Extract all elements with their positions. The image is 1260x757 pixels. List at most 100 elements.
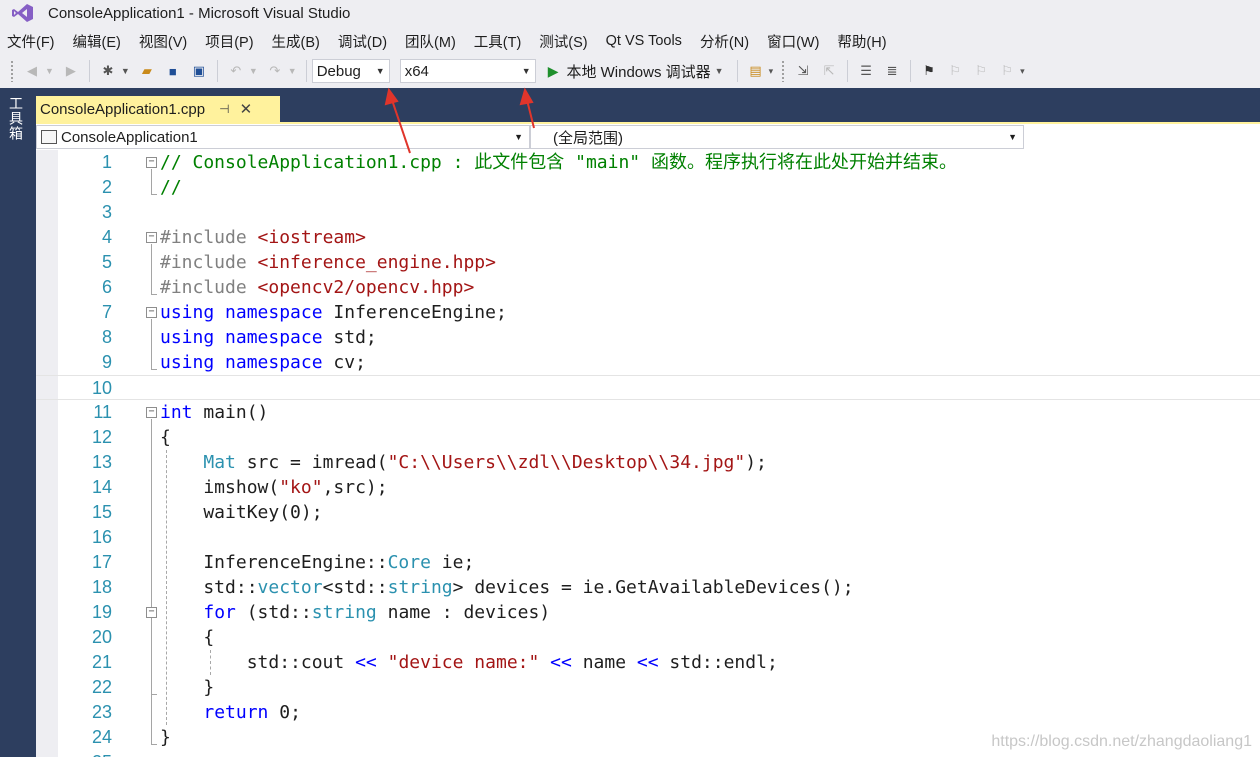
line-number: 23 bbox=[91, 702, 112, 722]
menu-item[interactable]: 团队(M) bbox=[398, 31, 467, 52]
code-line[interactable]: 21 std::cout << "device name:" << name <… bbox=[36, 650, 1260, 675]
uncomment-lines-icon[interactable]: ≣ bbox=[881, 60, 903, 82]
code-line[interactable]: 20 { bbox=[36, 625, 1260, 650]
tab-consoleapplication1-cpp[interactable]: ConsoleApplication1.cpp ⊣ ✕ bbox=[36, 96, 280, 122]
code-text: // ConsoleApplication1.cpp : 此文件包含 "main… bbox=[160, 150, 957, 175]
next-bookmark-icon[interactable]: ⚐ bbox=[970, 60, 992, 82]
code-line[interactable]: 18 std::vector<std::string> devices = ie… bbox=[36, 575, 1260, 600]
step-into-icon[interactable]: ⇲ bbox=[792, 60, 814, 82]
menu-item[interactable]: 生成(B) bbox=[265, 31, 331, 52]
menu-item[interactable]: 视图(V) bbox=[132, 31, 198, 52]
code-line[interactable]: 9 using namespace cv; bbox=[36, 350, 1260, 375]
code-line[interactable]: 5 #include <inference_engine.hpp> bbox=[36, 250, 1260, 275]
code-line[interactable]: 12 { bbox=[36, 425, 1260, 450]
code-token: std::endl; bbox=[658, 652, 778, 673]
line-number: 19 bbox=[91, 602, 112, 622]
code-token: string bbox=[387, 577, 453, 598]
toolbar-grip[interactable] bbox=[10, 60, 14, 82]
code-line[interactable]: 1 // ConsoleApplication1.cpp : 此文件包含 "mai… bbox=[36, 150, 1260, 175]
code-line[interactable]: 11 int main() bbox=[36, 400, 1260, 425]
menu-item[interactable]: 工具(T) bbox=[467, 31, 533, 52]
undo-dropdown-icon[interactable]: ▼ bbox=[249, 66, 258, 76]
code-token: { bbox=[160, 427, 171, 448]
clear-bookmarks-icon[interactable]: ⚐ bbox=[996, 60, 1018, 82]
collapse-icon[interactable]: − bbox=[146, 307, 157, 318]
code-line[interactable]: 6 #include <opencv2/opencv.hpp> bbox=[36, 275, 1260, 300]
save-icon[interactable]: ■ bbox=[162, 60, 184, 82]
line-number: 3 bbox=[101, 202, 112, 222]
code-line[interactable]: 7 using namespace InferenceEngine; bbox=[36, 300, 1260, 325]
start-debugging-button[interactable]: ▶ 本地 Windows 调试器 ▼ bbox=[544, 59, 732, 83]
code-line[interactable]: 2 // bbox=[36, 175, 1260, 200]
collapse-icon[interactable]: − bbox=[146, 232, 157, 243]
code-line[interactable]: 15 waitKey(0); bbox=[36, 500, 1260, 525]
project-select[interactable]: ConsoleApplication1 ▼ bbox=[36, 125, 530, 149]
code-line[interactable]: 19 for (std::string name : devices) bbox=[36, 600, 1260, 625]
code-token: (std:: bbox=[235, 602, 312, 623]
menu-item[interactable]: 文件(F) bbox=[0, 31, 66, 52]
line-number: 21 bbox=[91, 652, 112, 672]
code-line[interactable]: 17 InferenceEngine::Core ie; bbox=[36, 550, 1260, 575]
redo-icon[interactable]: ↷ bbox=[264, 60, 286, 82]
code-text: imshow("ko",src); bbox=[160, 475, 387, 500]
toolbar-overflow-icon[interactable]: ▾ bbox=[769, 66, 774, 77]
code-line[interactable]: 10 bbox=[36, 375, 1260, 400]
comment-lines-icon[interactable]: ☰ bbox=[855, 60, 877, 82]
code-line[interactable]: 23 return 0; bbox=[36, 700, 1260, 725]
redo-dropdown-icon[interactable]: ▼ bbox=[288, 66, 297, 76]
menu-item[interactable]: 项目(P) bbox=[198, 31, 264, 52]
code-line[interactable]: 14 imshow("ko",src); bbox=[36, 475, 1260, 500]
code-line[interactable]: 16 bbox=[36, 525, 1260, 550]
code-token: << bbox=[355, 652, 377, 673]
collapse-icon[interactable]: − bbox=[146, 157, 157, 168]
bookmark-icon[interactable]: ⚑ bbox=[918, 60, 940, 82]
save-all-icon[interactable]: ▣ bbox=[188, 60, 210, 82]
toolbar-separator bbox=[910, 60, 912, 82]
menu-item[interactable]: 窗口(W) bbox=[760, 31, 830, 52]
back-dropdown-icon[interactable]: ▼ bbox=[45, 66, 54, 76]
code-line[interactable]: 3 bbox=[36, 200, 1260, 225]
toolbar-overflow-icon[interactable]: ▾ bbox=[1020, 66, 1025, 77]
code-text: using namespace cv; bbox=[160, 350, 366, 375]
menu-item[interactable]: 编辑(E) bbox=[66, 31, 132, 52]
open-file-icon[interactable]: ▰ bbox=[136, 60, 158, 82]
code-editor[interactable]: 1 // ConsoleApplication1.cpp : 此文件包含 "mai… bbox=[36, 150, 1260, 757]
previous-bookmark-icon[interactable]: ⚐ bbox=[944, 60, 966, 82]
find-in-files-icon[interactable]: ▤ bbox=[745, 60, 767, 82]
scope-value: (全局范围) bbox=[553, 129, 623, 147]
code-text: { bbox=[160, 425, 171, 450]
solution-configuration-select[interactable]: Debug ▼ bbox=[311, 59, 390, 83]
code-line[interactable]: 8 using namespace std; bbox=[36, 325, 1260, 350]
collapse-icon[interactable]: − bbox=[146, 407, 157, 418]
menu-item[interactable]: 调试(D) bbox=[331, 31, 398, 52]
menu-item[interactable]: 测试(S) bbox=[532, 31, 598, 52]
code-token: Mat bbox=[203, 452, 236, 473]
menu-item[interactable]: 帮助(H) bbox=[830, 31, 897, 52]
toolbar-grip[interactable] bbox=[781, 60, 786, 82]
menu-item[interactable]: Qt VS Tools bbox=[599, 33, 693, 49]
code-text: #include <opencv2/opencv.hpp> bbox=[160, 275, 474, 300]
solution-platform-select[interactable]: x64 ▼ bbox=[399, 59, 536, 83]
code-line[interactable]: 25 bbox=[36, 750, 1260, 757]
code-token: namespace bbox=[225, 327, 323, 348]
undo-icon[interactable]: ↶ bbox=[225, 60, 247, 82]
menu-item[interactable]: 分析(N) bbox=[693, 31, 760, 52]
code-line[interactable]: 13 Mat src = imread("C:\\Users\\zdl\\Des… bbox=[36, 450, 1260, 475]
code-text: std::vector<std::string> devices = ie.Ge… bbox=[160, 575, 853, 600]
toolbox-tab[interactable]: 工具箱 bbox=[6, 96, 26, 141]
pin-icon[interactable]: ⊣ bbox=[219, 102, 229, 116]
new-dropdown-icon[interactable]: ▼ bbox=[121, 66, 130, 76]
collapse-icon[interactable]: − bbox=[146, 607, 157, 618]
platform-value: x64 bbox=[404, 62, 429, 80]
navigate-forward-icon[interactable]: ▶ bbox=[60, 60, 82, 82]
close-icon[interactable]: ✕ bbox=[240, 100, 253, 118]
code-token: using bbox=[160, 302, 215, 323]
code-line[interactable]: 4 #include <iostream> bbox=[36, 225, 1260, 250]
code-line[interactable]: 22 } bbox=[36, 675, 1260, 700]
navigate-back-icon[interactable]: ◀ bbox=[21, 60, 43, 82]
step-over-icon[interactable]: ⇱ bbox=[818, 60, 840, 82]
new-project-icon[interactable]: ✱ bbox=[97, 60, 119, 82]
scope-select[interactable]: (全局范围) ▼ bbox=[530, 125, 1024, 149]
